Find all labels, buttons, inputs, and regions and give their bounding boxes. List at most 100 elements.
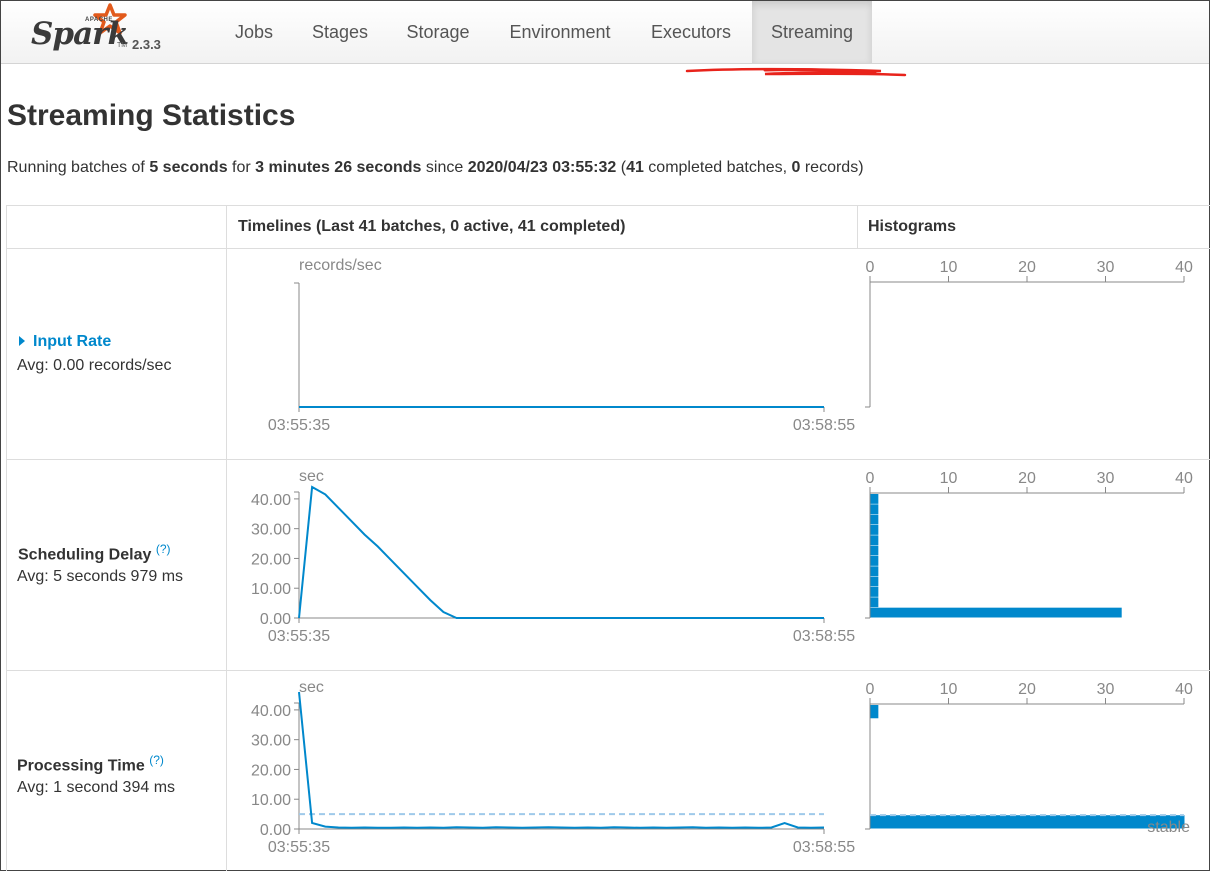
x-tick-label: 10 [940,259,958,276]
input-rate-toggle[interactable]: Input Rate [18,333,111,351]
scheduling-delay-avg: Avg: 5 seconds 979 ms [17,568,184,585]
summary-text: for [227,159,256,176]
y-axis-unit-label: records/sec [299,257,382,274]
processing-time-timeline-chart: sec 0.00 10.00 20.00 30.00 40.00 03:55:35 03:58… [251,679,855,856]
y-tick-label: 10.00 [251,581,291,598]
scheduling-delay-label: Scheduling Delay [18,546,152,564]
y-axis-unit-label: sec [299,679,324,696]
summary-text: records) [800,159,864,176]
histogram-bar [870,525,879,535]
x-tick-label: 0 [866,259,875,276]
scheduling-delay-timeline-chart: sec 0.00 10.00 20.00 30.00 40.00 03:55:35 03:58… [251,468,855,645]
top-navbar: APACHE Spark TM 2.3.3 Jobs Stages Storag… [1,1,1209,64]
start-time: 2020/04/23 03:55:32 [467,159,617,176]
histograms-header: Histograms [868,218,957,235]
logo-tm: TM [117,42,128,49]
table-border-left [6,205,7,871]
x-tick-label: 30 [1097,681,1115,698]
spark-logo[interactable]: APACHE Spark TM 2.3.3 [27,3,167,59]
processing-time-label: Processing Time [17,757,145,775]
tab-jobs[interactable]: Jobs [215,1,293,63]
histogram-bar [870,705,879,719]
histogram-bar [870,607,1122,618]
red-underline-annotation [685,67,907,77]
histogram-bar [870,514,879,525]
histogram-bar [870,597,879,608]
y-tick-label: 10.00 [251,792,291,809]
caret-right-icon [19,336,25,346]
histogram-bar [870,545,879,556]
help-icon[interactable]: (?) [156,542,171,556]
scheduling-delay-histogram-chart: 0 10 20 30 40 [865,470,1193,619]
x-tick-label: 40 [1175,259,1193,276]
x-tick-label: 30 [1097,259,1115,276]
y-tick-label: 20.00 [251,762,291,779]
x-tick-label: 03:58:55 [793,839,855,856]
histogram-bar [870,504,879,515]
series-line [298,485,824,619]
x-tick-label: 10 [940,470,958,487]
y-tick-label: 20.00 [251,551,291,568]
running-duration: 3 minutes 26 seconds [255,159,422,176]
histogram-bar [870,535,879,546]
y-tick-label: 0.00 [260,822,291,839]
streaming-summary: Running batches of 5 seconds for 3 minut… [7,159,864,177]
x-tick-label: 30 [1097,470,1115,487]
tab-stages[interactable]: Stages [293,1,387,63]
input-rate-histogram-chart: 0 10 20 30 40 [865,259,1193,408]
scheduling-delay-title: Scheduling Delay (?) [18,542,171,564]
histogram-bar [870,815,1185,829]
histogram-bar [870,494,879,504]
summary-text: since [421,159,468,176]
y-axis-unit-label: sec [299,468,324,485]
x-tick-label: 20 [1018,681,1036,698]
spark-version: 2.3.3 [132,37,161,52]
y-tick-label: 40.00 [251,703,291,720]
summary-text: completed batches, [643,159,792,176]
x-tick-label: 03:55:35 [268,417,330,434]
input-rate-timeline-chart: records/sec 03:55:35 03:58:55 [268,257,855,434]
table-header-divider [6,248,1210,249]
y-tick-label: 0.00 [260,611,291,628]
summary-text: Running batches of [7,159,150,176]
tab-storage[interactable]: Storage [387,1,489,63]
histogram-bar [870,566,879,577]
series-line [298,691,825,829]
input-rate-avg: Avg: 0.00 records/sec [17,357,172,374]
histogram-bar [870,576,879,587]
completed-batches-count: 41 [626,159,644,176]
table-border-top [6,205,1210,206]
y-tick-label: 30.00 [251,522,291,539]
x-tick-label: 20 [1018,470,1036,487]
input-rate-title: Input Rate [33,333,112,350]
batch-interval: 5 seconds [149,159,228,176]
x-tick-label: 40 [1175,681,1193,698]
histogram-bar [870,556,879,566]
y-tick-label: 40.00 [251,492,291,509]
processing-time-title: Processing Time (?) [17,753,164,775]
column-divider [226,205,227,871]
column-divider [857,205,858,249]
x-tick-label: 20 [1018,259,1036,276]
timelines-header: Timelines (Last 41 batches, 0 active, 41… [238,218,626,235]
x-tick-label: 10 [940,681,958,698]
y-tick-label: 30.00 [251,733,291,750]
tab-streaming[interactable]: Streaming [752,1,872,63]
threshold-label: stable [1147,819,1190,836]
logo-spark-text: Spark [31,16,129,52]
page-title: Streaming Statistics [7,99,296,132]
histogram-bar [870,587,879,597]
x-tick-label: 03:55:35 [268,839,330,856]
help-icon[interactable]: (?) [149,753,164,767]
processing-time-avg: Avg: 1 second 394 ms [17,779,176,796]
x-tick-label: 0 [866,470,875,487]
x-tick-label: 40 [1175,470,1193,487]
tab-executors[interactable]: Executors [631,1,751,63]
processing-time-histogram-chart: 0 10 20 30 40 stable [865,681,1193,836]
summary-text: ( [616,159,627,176]
x-tick-label: 03:55:35 [268,628,330,645]
tab-environment[interactable]: Environment [491,1,629,63]
x-tick-label: 0 [866,681,875,698]
x-tick-label: 03:58:55 [793,628,855,645]
x-tick-label: 03:58:55 [793,417,855,434]
